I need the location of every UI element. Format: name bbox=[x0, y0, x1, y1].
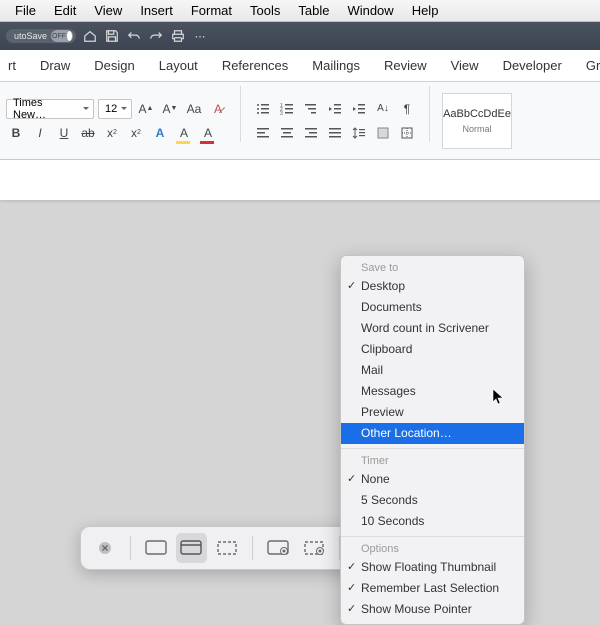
justify-icon[interactable] bbox=[325, 123, 345, 143]
undo-icon[interactable] bbox=[126, 28, 142, 44]
font-group: Times New… 12 A▲ A▼ Aa A̷ B I U ab x2 x2… bbox=[6, 86, 228, 155]
mouse-cursor-icon bbox=[492, 388, 506, 406]
clear-format-icon[interactable]: A̷ bbox=[208, 99, 228, 119]
shading-icon[interactable] bbox=[373, 123, 393, 143]
pilcrow-icon[interactable]: ¶ bbox=[397, 99, 417, 119]
grow-font-icon[interactable]: A▲ bbox=[136, 99, 156, 119]
close-icon[interactable] bbox=[89, 533, 121, 563]
popup-header-options: Options bbox=[341, 541, 524, 557]
redo-icon[interactable] bbox=[148, 28, 164, 44]
more-icon[interactable]: ⋯ bbox=[192, 28, 208, 44]
tab-view[interactable]: View bbox=[447, 52, 483, 79]
align-center-icon[interactable] bbox=[277, 123, 297, 143]
popup-item[interactable]: Remember Last Selection bbox=[341, 578, 524, 599]
text-effects-icon[interactable]: A bbox=[150, 123, 170, 143]
style-normal[interactable]: AaBbCcDdEe Normal bbox=[442, 93, 512, 149]
paragraph-group: 123 A↓ ¶ bbox=[253, 86, 417, 155]
tab-insert[interactable]: rt bbox=[4, 52, 20, 79]
tab-mailings[interactable]: Mailings bbox=[308, 52, 364, 79]
popup-item[interactable]: Clipboard bbox=[341, 339, 524, 360]
borders-icon[interactable] bbox=[397, 123, 417, 143]
popup-item[interactable]: Show Floating Thumbnail bbox=[341, 557, 524, 578]
font-color-icon[interactable]: A bbox=[198, 123, 218, 143]
popup-item[interactable]: Word count in Scrivener bbox=[341, 318, 524, 339]
macos-menubar: File Edit View Insert Format Tools Table… bbox=[0, 0, 600, 22]
underline-icon[interactable]: U bbox=[54, 123, 74, 143]
menu-insert[interactable]: Insert bbox=[131, 3, 182, 18]
tab-review[interactable]: Review bbox=[380, 52, 431, 79]
quick-access-toolbar: utoSave OFF ⋯ bbox=[0, 22, 600, 50]
strike-icon[interactable]: ab bbox=[78, 123, 98, 143]
capture-window-icon[interactable] bbox=[176, 533, 208, 563]
numbering-icon[interactable]: 123 bbox=[277, 99, 297, 119]
font-size-combo[interactable]: 12 bbox=[98, 99, 132, 119]
popup-item[interactable]: Documents bbox=[341, 297, 524, 318]
popup-item[interactable]: Show Mouse Pointer bbox=[341, 599, 524, 620]
autosave-toggle[interactable]: utoSave OFF bbox=[6, 29, 76, 43]
record-selection-icon[interactable] bbox=[298, 533, 330, 563]
align-left-icon[interactable] bbox=[253, 123, 273, 143]
change-case-icon[interactable]: Aa bbox=[184, 99, 204, 119]
autosave-label: utoSave bbox=[14, 31, 47, 41]
italic-icon[interactable]: I bbox=[30, 123, 50, 143]
menu-view[interactable]: View bbox=[85, 3, 131, 18]
popup-item[interactable]: Other Location… bbox=[341, 423, 524, 444]
tab-design[interactable]: Design bbox=[90, 52, 138, 79]
bullets-icon[interactable] bbox=[253, 99, 273, 119]
menu-window[interactable]: Window bbox=[338, 3, 402, 18]
ribbon: Times New… 12 A▲ A▼ Aa A̷ B I U ab x2 x2… bbox=[0, 82, 600, 160]
options-popup: Save to DesktopDocumentsWord count in Sc… bbox=[340, 255, 525, 625]
menu-format[interactable]: Format bbox=[182, 3, 241, 18]
popup-item[interactable]: 10 Seconds bbox=[341, 511, 524, 532]
subscript-icon[interactable]: x2 bbox=[102, 123, 122, 143]
menu-file[interactable]: File bbox=[6, 3, 45, 18]
document-page bbox=[0, 160, 600, 200]
tab-references[interactable]: References bbox=[218, 52, 292, 79]
styles-group: AaBbCcDdEe Normal bbox=[442, 86, 512, 155]
print-icon[interactable] bbox=[170, 28, 186, 44]
popup-item[interactable]: Mail bbox=[341, 360, 524, 381]
shrink-font-icon[interactable]: A▼ bbox=[160, 99, 180, 119]
menu-help[interactable]: Help bbox=[403, 3, 448, 18]
tab-developer[interactable]: Developer bbox=[499, 52, 566, 79]
superscript-icon[interactable]: x2 bbox=[126, 123, 146, 143]
popup-item[interactable]: 5 Seconds bbox=[341, 490, 524, 511]
tab-grammarly[interactable]: Grammarly bbox=[582, 52, 600, 79]
highlight-icon[interactable]: A bbox=[174, 123, 194, 143]
menu-tools[interactable]: Tools bbox=[241, 3, 289, 18]
tab-draw[interactable]: Draw bbox=[36, 52, 74, 79]
save-icon[interactable] bbox=[104, 28, 120, 44]
svg-text:3: 3 bbox=[280, 111, 283, 116]
menu-table[interactable]: Table bbox=[289, 3, 338, 18]
popup-header-saveto: Save to bbox=[341, 260, 524, 276]
line-spacing-icon[interactable] bbox=[349, 123, 369, 143]
ribbon-tabs: rt Draw Design Layout References Mailing… bbox=[0, 50, 600, 82]
autosave-off-label: OFF bbox=[52, 33, 66, 40]
popup-header-timer: Timer bbox=[341, 453, 524, 469]
menu-edit[interactable]: Edit bbox=[45, 3, 85, 18]
outdent-icon[interactable] bbox=[325, 99, 345, 119]
sort-icon[interactable]: A↓ bbox=[373, 99, 393, 119]
tab-layout[interactable]: Layout bbox=[155, 52, 202, 79]
capture-screen-icon[interactable] bbox=[140, 533, 172, 563]
capture-selection-icon[interactable] bbox=[211, 533, 243, 563]
multilevel-icon[interactable] bbox=[301, 99, 321, 119]
home-icon[interactable] bbox=[82, 28, 98, 44]
align-right-icon[interactable] bbox=[301, 123, 321, 143]
record-screen-icon[interactable] bbox=[262, 533, 294, 563]
bold-icon[interactable]: B bbox=[6, 123, 26, 143]
popup-item[interactable]: None bbox=[341, 469, 524, 490]
font-name-combo[interactable]: Times New… bbox=[6, 99, 94, 119]
indent-icon[interactable] bbox=[349, 99, 369, 119]
popup-item[interactable]: Desktop bbox=[341, 276, 524, 297]
